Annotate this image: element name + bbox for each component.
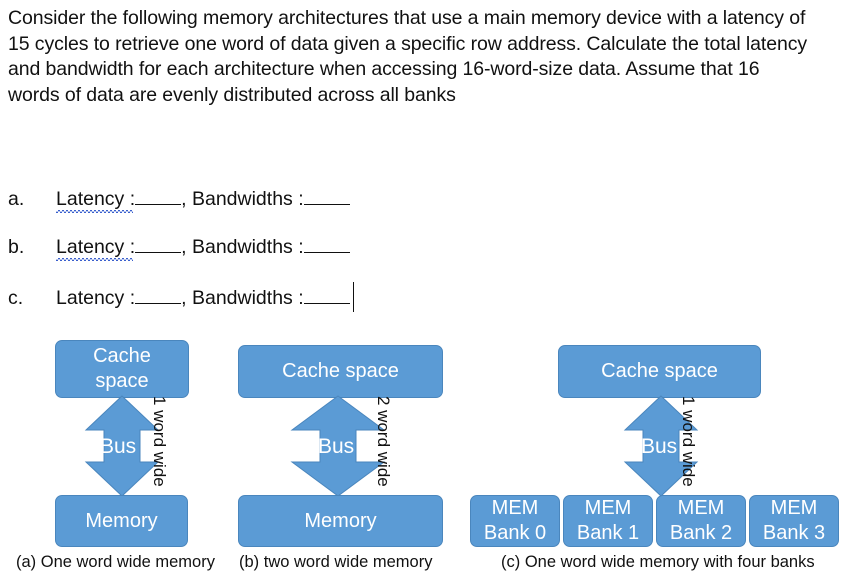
diagram-c-bank-2-line2: Bank 2 [669,522,733,544]
diagram-c-bank-box-2: MEM Bank 2 [656,495,746,547]
diagram-c-bank-box-1: MEM Bank 1 [563,495,653,547]
diagram-panel-a: Cache space Bus 1 word wide Memory (a) O… [0,330,235,587]
diagram-a-bus-label: Bus [100,435,137,458]
diagram-a-cache-label-line1: Cache [93,345,151,367]
answer-row-a[interactable]: a. Latency : , Bandwidths : [8,186,508,234]
answer-row-c[interactable]: c. Latency : , Bandwidths : [8,282,508,330]
answer-bandwidth-blank-b[interactable] [303,235,350,253]
answer-marker-c: c. [8,287,24,309]
diagram-c-width-label: 1 word wide [679,396,698,487]
diagram-a-memory-label: Memory [85,509,158,532]
diagram-c-caption: (c) One word wide memory with four banks [501,553,815,571]
diagram-c-bank-1-line2: Bank 1 [576,522,640,544]
memory-architecture-diagrams: Cache space Bus 1 word wide Memory (a) O… [0,330,857,587]
answer-marker-a: a. [8,188,25,210]
answer-bandwidth-label-b: , Bandwidths : [181,236,304,258]
diagram-b-memory-label: Memory [304,509,377,532]
diagram-c-bank-0-line1: MEM [491,497,539,519]
diagram-panel-b: Cache space Bus 2 word wide Memory (b) t… [235,330,460,587]
answer-bandwidth-blank-a[interactable] [303,187,350,205]
answer-bandwidth-label-c: , Bandwidths : [181,287,304,309]
diagram-c-bus-label: Bus [641,435,678,458]
diagram-a-cache-label-line2: space [95,370,149,392]
diagram-b-cache-label: Cache space [282,360,399,382]
diagram-b-caption: (b) two word wide memory [239,553,433,571]
diagram-c-bank-box-3: MEM Bank 3 [749,495,839,547]
diagram-b-cache-box: Cache space [238,345,443,398]
answer-bandwidth-label-a: , Bandwidths : [181,188,304,210]
answer-list: a. Latency : , Bandwidths : b. Latency : , B… [8,186,508,330]
diagram-a-memory-box: Memory [55,495,188,547]
answer-latency-label-a: Latency : [56,188,136,210]
diagram-b-width-label: 2 word wide [374,396,393,487]
answer-latency-label-c: Latency : [56,287,136,309]
question-paragraph: Consider the following memory architectu… [8,7,807,106]
diagram-panel-c: Cache space Bus 1 word wide MEM Bank 0 M… [460,330,857,587]
diagram-c-cache-box: Cache space [558,345,761,398]
answer-row-b[interactable]: b. Latency : , Bandwidths : [8,234,508,282]
diagram-a-width-label: 1 word wide [150,396,169,487]
diagram-c-bank-0-line2: Bank 0 [483,522,547,544]
diagram-c-cache-label: Cache space [601,360,718,382]
diagram-c-bank-3-line2: Bank 3 [762,522,826,544]
diagram-a-cache-box: Cache space [55,340,189,398]
answer-marker-b: b. [8,236,25,258]
diagram-b-memory-box: Memory [238,495,443,547]
diagram-c-bank-1-line1: MEM [584,497,632,519]
diagram-c-bank-3-line1: MEM [770,497,818,519]
answer-bandwidth-blank-c[interactable] [303,286,350,304]
answer-latency-label-b: Latency : [56,236,136,258]
answer-latency-blank-a[interactable] [135,187,182,205]
diagram-b-bus-label: Bus [318,435,355,458]
answer-latency-blank-b[interactable] [135,235,182,253]
diagram-a-caption: (a) One word wide memory [16,553,215,571]
diagram-c-bank-box-0: MEM Bank 0 [470,495,560,547]
answer-latency-blank-c[interactable] [135,286,182,304]
diagram-c-bank-2-line1: MEM [677,497,725,519]
text-cursor [352,282,354,312]
